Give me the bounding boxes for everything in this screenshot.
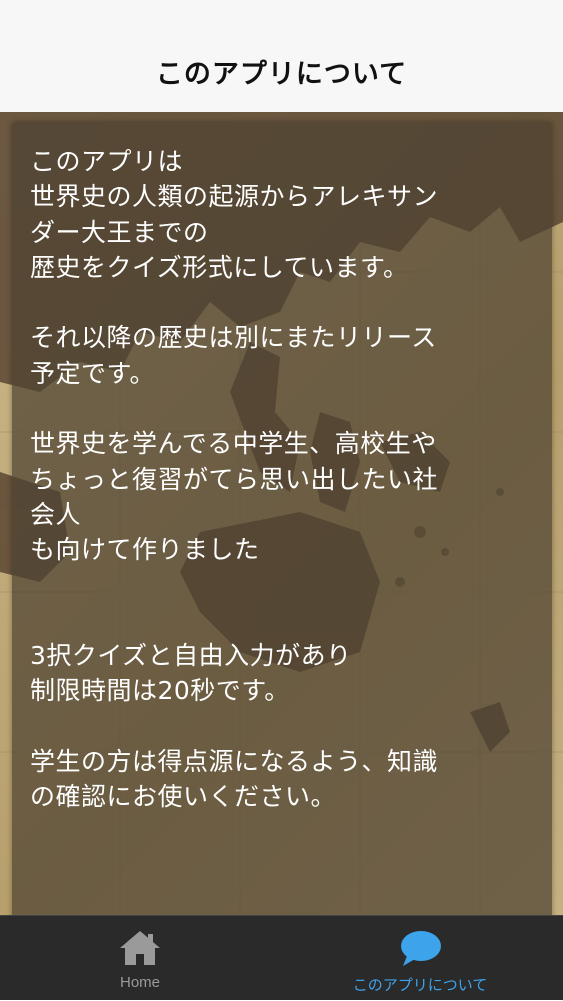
tab-home-label: Home — [119, 974, 160, 991]
speech-bubble-icon — [401, 931, 441, 966]
tab-about[interactable]: このアプリについて — [320, 916, 520, 1001]
about-text-panel: このアプリは 世界史の人類の起源からアレキサン ダー大王までの 歴史をクイズ形式… — [12, 122, 552, 922]
navigation-bar: このアプリについて — [0, 0, 563, 112]
about-description: このアプリは 世界史の人類の起源からアレキサン ダー大王までの 歴史をクイズ形式… — [30, 147, 439, 812]
page-title: このアプリについて — [155, 59, 408, 90]
tab-about-label: このアプリについて — [352, 977, 488, 994]
tab-home[interactable]: Home — [40, 916, 240, 1001]
tab-bar: Home このアプリについて — [0, 915, 563, 1000]
home-icon — [120, 931, 160, 965]
